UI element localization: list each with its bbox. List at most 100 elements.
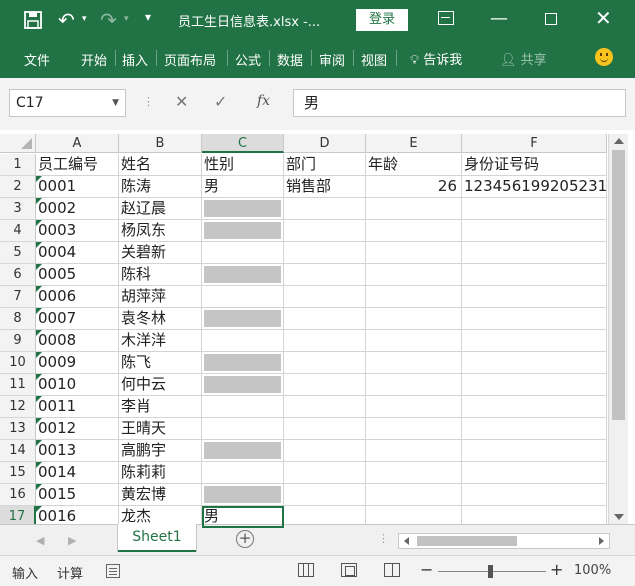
cell-c7[interactable]	[202, 286, 284, 308]
close-button[interactable]: ✕	[595, 6, 612, 30]
cell-c14[interactable]	[202, 440, 284, 462]
cell-a4[interactable]: 0003	[36, 220, 119, 242]
cell-f4[interactable]	[462, 220, 607, 242]
row-header-4[interactable]: 4	[0, 220, 36, 242]
cell-d14[interactable]	[284, 440, 366, 462]
cell-d1[interactable]: 部门	[284, 154, 366, 176]
cell-b2[interactable]: 陈涛	[119, 176, 202, 198]
cell-d10[interactable]	[284, 352, 366, 374]
scroll-left-icon[interactable]	[404, 537, 409, 545]
horizontal-scroll-thumb[interactable]	[417, 536, 517, 546]
cell-e5[interactable]	[366, 242, 462, 264]
cell-b14[interactable]: 高鹏宇	[119, 440, 202, 462]
tab-formulas[interactable]: 公式	[235, 50, 261, 69]
cell-d15[interactable]	[284, 462, 366, 484]
tell-me-box[interactable]: 💡︎ 告诉我	[410, 49, 462, 68]
login-button[interactable]: 登录	[356, 9, 408, 31]
formula-bar-handle-icon[interactable]: ⋮	[143, 95, 154, 108]
cell-a12[interactable]: 0011	[36, 396, 119, 418]
row-header-14[interactable]: 14	[0, 440, 36, 462]
cell-e16[interactable]	[366, 484, 462, 506]
cell-e4[interactable]	[366, 220, 462, 242]
cell-a13[interactable]: 0012	[36, 418, 119, 440]
cell-b1[interactable]: 姓名	[119, 154, 202, 176]
scroll-up-icon[interactable]	[614, 138, 624, 144]
cell-f1[interactable]: 身份证号码	[462, 154, 607, 176]
scroll-down-icon[interactable]	[614, 514, 624, 520]
cell-b8[interactable]: 袁冬林	[119, 308, 202, 330]
save-icon[interactable]	[22, 9, 44, 31]
row-header-5[interactable]: 5	[0, 242, 36, 264]
cell-b13[interactable]: 王晴天	[119, 418, 202, 440]
cell-b6[interactable]: 陈科	[119, 264, 202, 286]
row-header-2[interactable]: 2	[0, 176, 36, 198]
cell-a6[interactable]: 0005	[36, 264, 119, 286]
tab-file[interactable]: 文件	[24, 50, 50, 69]
cell-b16[interactable]: 黄宏博	[119, 484, 202, 506]
scroll-right-icon[interactable]	[599, 537, 604, 545]
cell-f11[interactable]	[462, 374, 607, 396]
confirm-entry-icon[interactable]: ✓	[214, 92, 227, 111]
tab-data[interactable]: 数据	[277, 50, 303, 69]
row-header-11[interactable]: 11	[0, 374, 36, 396]
cell-d2[interactable]: 销售部	[284, 176, 366, 198]
calculate-indicator[interactable]: 计算	[57, 563, 83, 582]
cell-f14[interactable]	[462, 440, 607, 462]
cell-a8[interactable]: 0007	[36, 308, 119, 330]
tab-review[interactable]: 审阅	[319, 50, 345, 69]
horizontal-scrollbar[interactable]	[398, 533, 610, 549]
cell-c10[interactable]	[202, 352, 284, 374]
cell-e12[interactable]	[366, 396, 462, 418]
cell-e2[interactable]: 26	[366, 176, 462, 198]
share-button[interactable]: 👤︎ 共享	[500, 49, 547, 68]
cell-d4[interactable]	[284, 220, 366, 242]
next-sheet-icon[interactable]: ▶	[68, 534, 76, 547]
cell-a7[interactable]: 0006	[36, 286, 119, 308]
vertical-scrollbar[interactable]	[608, 134, 628, 524]
cell-b4[interactable]: 杨凤东	[119, 220, 202, 242]
cell-f16[interactable]	[462, 484, 607, 506]
chevron-down-icon[interactable]: ▼	[112, 90, 119, 116]
cell-f8[interactable]	[462, 308, 607, 330]
page-layout-view-icon[interactable]	[341, 563, 357, 577]
cell-a5[interactable]: 0004	[36, 242, 119, 264]
zoom-in-button[interactable]: +	[550, 560, 563, 579]
add-sheet-icon[interactable]: +	[236, 530, 254, 548]
cell-e1[interactable]: 年龄	[366, 154, 462, 176]
zoom-out-button[interactable]: −	[420, 560, 433, 579]
cell-d7[interactable]	[284, 286, 366, 308]
row-header-6[interactable]: 6	[0, 264, 36, 286]
cell-a10[interactable]: 0009	[36, 352, 119, 374]
cell-e13[interactable]	[366, 418, 462, 440]
row-header-1[interactable]: 1	[0, 154, 36, 176]
zoom-level[interactable]: 100%	[574, 563, 611, 578]
column-header-e[interactable]: E	[366, 134, 462, 153]
maximize-button[interactable]	[545, 13, 557, 25]
column-header-c[interactable]: C	[202, 134, 284, 153]
tab-home[interactable]: 开始	[81, 50, 107, 69]
cell-e14[interactable]	[366, 440, 462, 462]
cell-a16[interactable]: 0015	[36, 484, 119, 506]
previous-sheet-icon[interactable]: ◀	[36, 534, 44, 547]
cell-b7[interactable]: 胡萍萍	[119, 286, 202, 308]
cell-f3[interactable]	[462, 198, 607, 220]
cell-f7[interactable]	[462, 286, 607, 308]
cell-c15[interactable]	[202, 462, 284, 484]
cell-d9[interactable]	[284, 330, 366, 352]
select-all-button[interactable]	[0, 134, 36, 153]
cell-c2[interactable]: 男	[202, 176, 284, 198]
macro-record-icon[interactable]	[106, 564, 120, 578]
cell-e15[interactable]	[366, 462, 462, 484]
cell-b9[interactable]: 木洋洋	[119, 330, 202, 352]
cell-c1[interactable]: 性别	[202, 154, 284, 176]
cell-b12[interactable]: 李肖	[119, 396, 202, 418]
column-header-a[interactable]: A	[36, 134, 119, 153]
minimize-button[interactable]: —	[490, 8, 508, 29]
row-header-16[interactable]: 16	[0, 484, 36, 506]
row-header-15[interactable]: 15	[0, 462, 36, 484]
cell-c8[interactable]	[202, 308, 284, 330]
cell-c6[interactable]	[202, 264, 284, 286]
insert-function-icon[interactable]: fx	[257, 93, 270, 109]
cell-b3[interactable]: 赵辽晨	[119, 198, 202, 220]
cell-d3[interactable]	[284, 198, 366, 220]
